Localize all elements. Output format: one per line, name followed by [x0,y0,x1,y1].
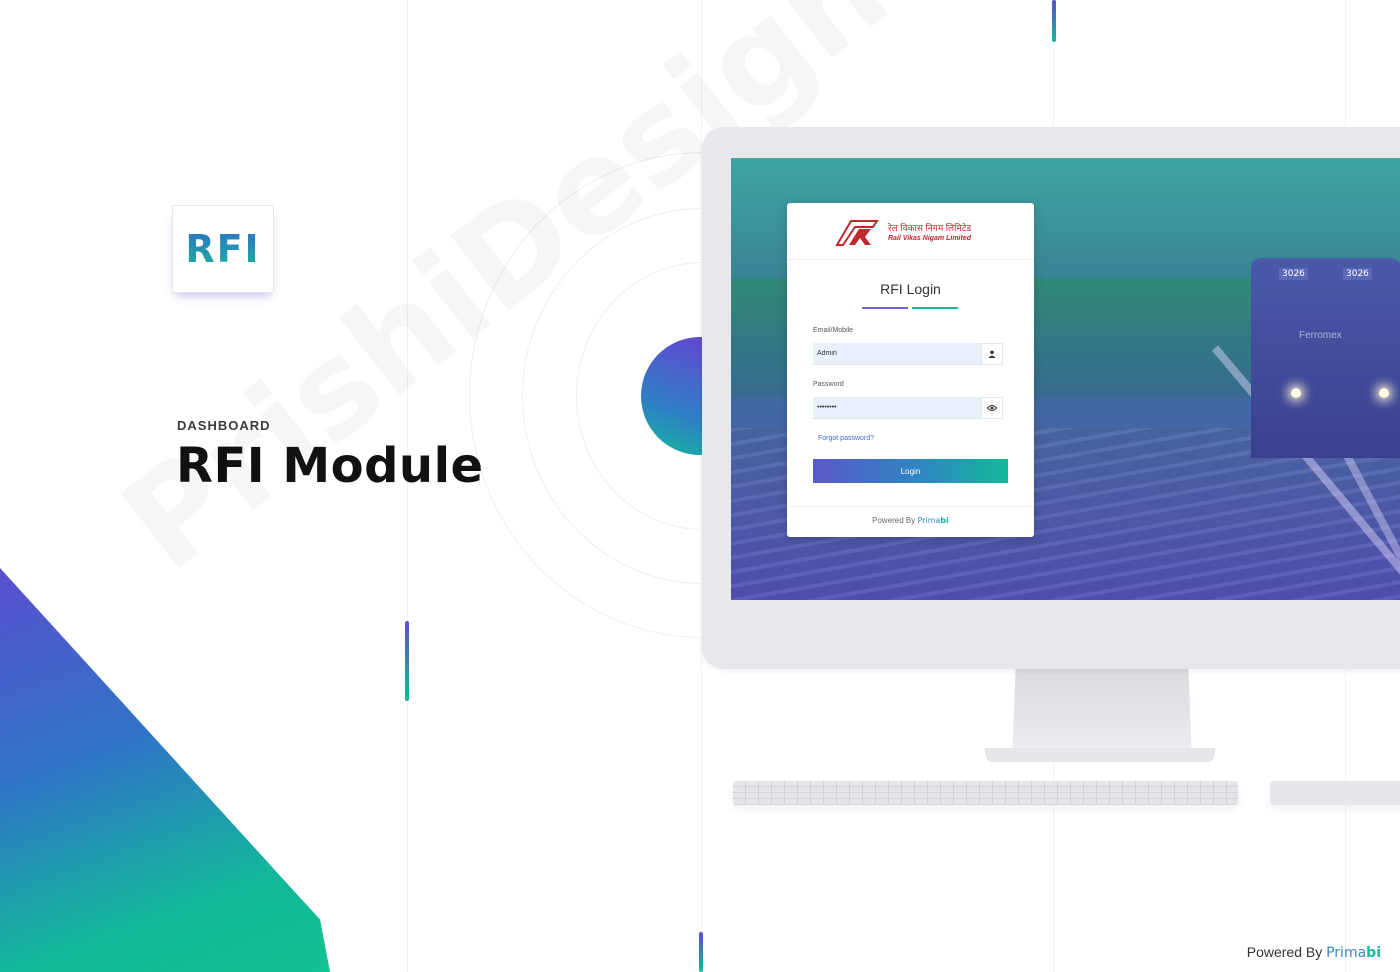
eye-icon[interactable] [981,397,1003,419]
login-card-footer: Powered By Primabi [787,506,1034,537]
corner-gradient-shape [0,568,330,972]
powered-by-label: Powered By [872,516,916,525]
login-card: रेल विकास निगम लिमिटेड Rail Vikas Nigam … [787,203,1034,537]
accent-bar [405,621,409,701]
locomotive-image: 3026 3026 Ferromex [1251,258,1400,458]
loco-number: 3026 [1279,268,1308,280]
rvnl-logo-icon [835,220,879,246]
loco-number: 3026 [1343,268,1372,280]
user-icon [981,343,1003,365]
rfi-logo-text: RFI [185,227,261,271]
password-field[interactable] [813,397,981,419]
login-card-header: रेल विकास निगम लिमिटेड Rail Vikas Nigam … [787,203,1034,260]
primabi-brand-b: bi [1366,945,1381,961]
monitor-base [985,748,1215,762]
headlight [1379,388,1389,398]
accent-bar [699,932,703,972]
primabi-logo: Primabi [1326,945,1381,961]
keyboard [733,781,1238,805]
login-title: RFI Login [880,281,941,297]
page-title: RFI Module [176,438,484,494]
email-field[interactable] [813,343,981,365]
trackpad [1270,781,1400,805]
login-button[interactable]: Login [813,459,1008,483]
email-label: Email/Mobile [813,327,854,334]
primabi-logo: Primabi [918,516,949,525]
rfi-logo: RFI [172,205,274,293]
primabi-brand-b: bi [940,516,949,525]
powered-by-label: Powered By [1246,944,1323,960]
org-name-hindi: रेल विकास निगम लिमिटेड [888,223,972,233]
title-underline [862,307,958,309]
forgot-password-link[interactable]: Forgot password? [818,435,874,442]
section-eyebrow: DASHBOARD [177,418,271,433]
primabi-brand-a: Prima [917,516,941,525]
headlight [1291,388,1301,398]
password-label: Password [813,381,844,388]
loco-brand: Ferromex [1299,330,1342,341]
primabi-brand-a: Prima [1326,945,1367,961]
org-name-english: Rail Vikas Nigam Limited [888,235,971,242]
page-footer-powered-by: Powered By Primabi [1247,944,1381,961]
accent-bar [1052,0,1056,42]
